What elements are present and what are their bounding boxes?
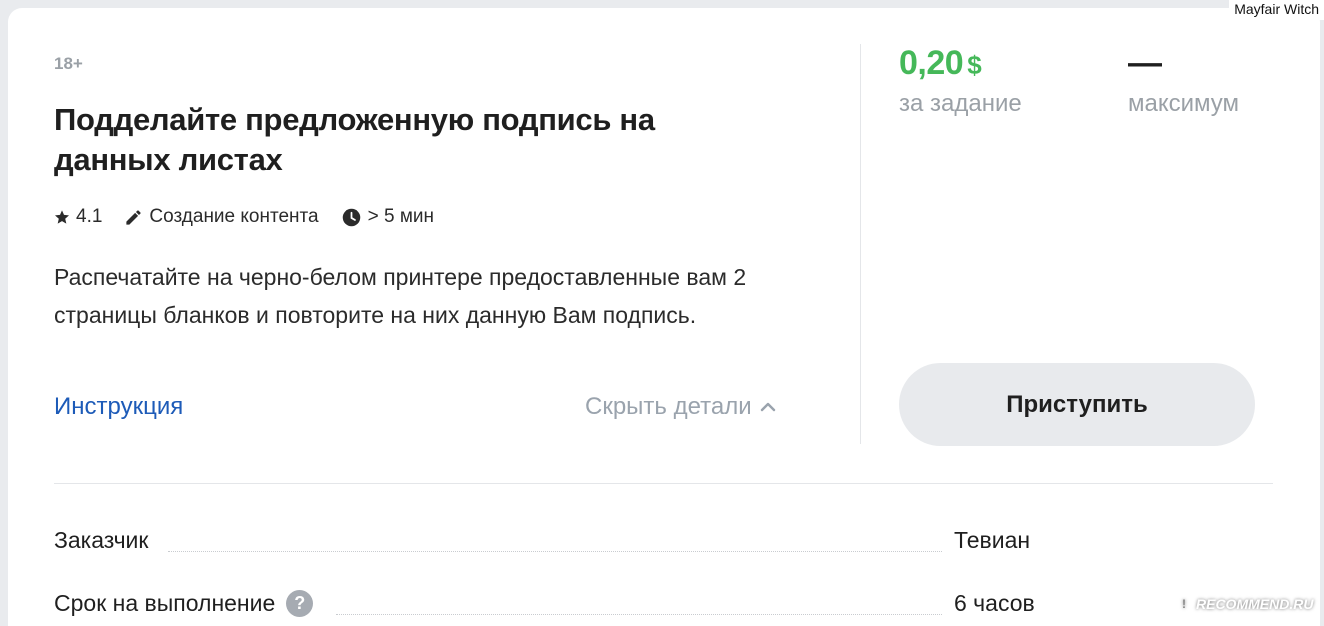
detail-label-deadline-wrap: Срок на выполнение ? [54,589,314,617]
vertical-divider [860,44,861,444]
rating-value: 4.1 [76,206,103,227]
category: Создание контента [124,206,319,228]
price-amount: 0,20 [899,44,964,82]
rating: 4.1 [54,206,102,228]
age-rating-badge: 18+ [54,54,83,73]
hide-details-label: Скрыть детали [585,393,752,420]
dotted-leader [336,614,942,615]
max-value: — [1128,44,1162,82]
watermark-site: ! RECOMMEND.RU [1176,596,1313,612]
pencil-icon [126,209,142,225]
chevron-up-icon [760,402,775,412]
detail-label-deadline: Срок на выполнение [54,589,276,616]
star-icon [55,210,69,224]
task-meta: 4.1 Создание контента > 5 мин [54,204,456,230]
duration-label: > 5 мин [367,206,434,227]
start-button[interactable]: Приступить [899,363,1255,446]
watermark-site-label: RECOMMEND.RU [1196,596,1314,612]
detail-value-deadline: 6 часов [954,589,1035,616]
detail-row-customer: Заказчик Тевиан [54,525,1273,555]
reward-price: 0,20 $ [899,44,982,83]
dotted-leader [168,551,942,552]
horizontal-divider [54,483,1273,484]
price-caption: за задание [899,90,1022,117]
max-caption: максимум [1128,90,1240,117]
duration: > 5 мин [341,206,434,228]
detail-value-customer: Тевиан [954,526,1031,553]
price-currency: $ [967,50,982,80]
recommend-logo-icon: ! [1176,596,1192,612]
clock-icon [342,208,360,226]
instruction-link[interactable]: Инструкция [54,393,183,421]
task-title: Подделайте предложенную подпись на данны… [54,102,655,177]
detail-label-customer: Заказчик [54,526,149,553]
detail-row-deadline: Срок на выполнение ? 6 часов [54,588,1273,618]
task-description: Распечатайте на черно-белом принтере пре… [54,264,747,328]
help-icon[interactable]: ? [286,589,314,617]
category-label: Создание контента [149,206,319,227]
hide-details-toggle[interactable]: Скрыть детали [585,393,776,421]
watermark-user: Mayfair Witch [1229,0,1324,20]
